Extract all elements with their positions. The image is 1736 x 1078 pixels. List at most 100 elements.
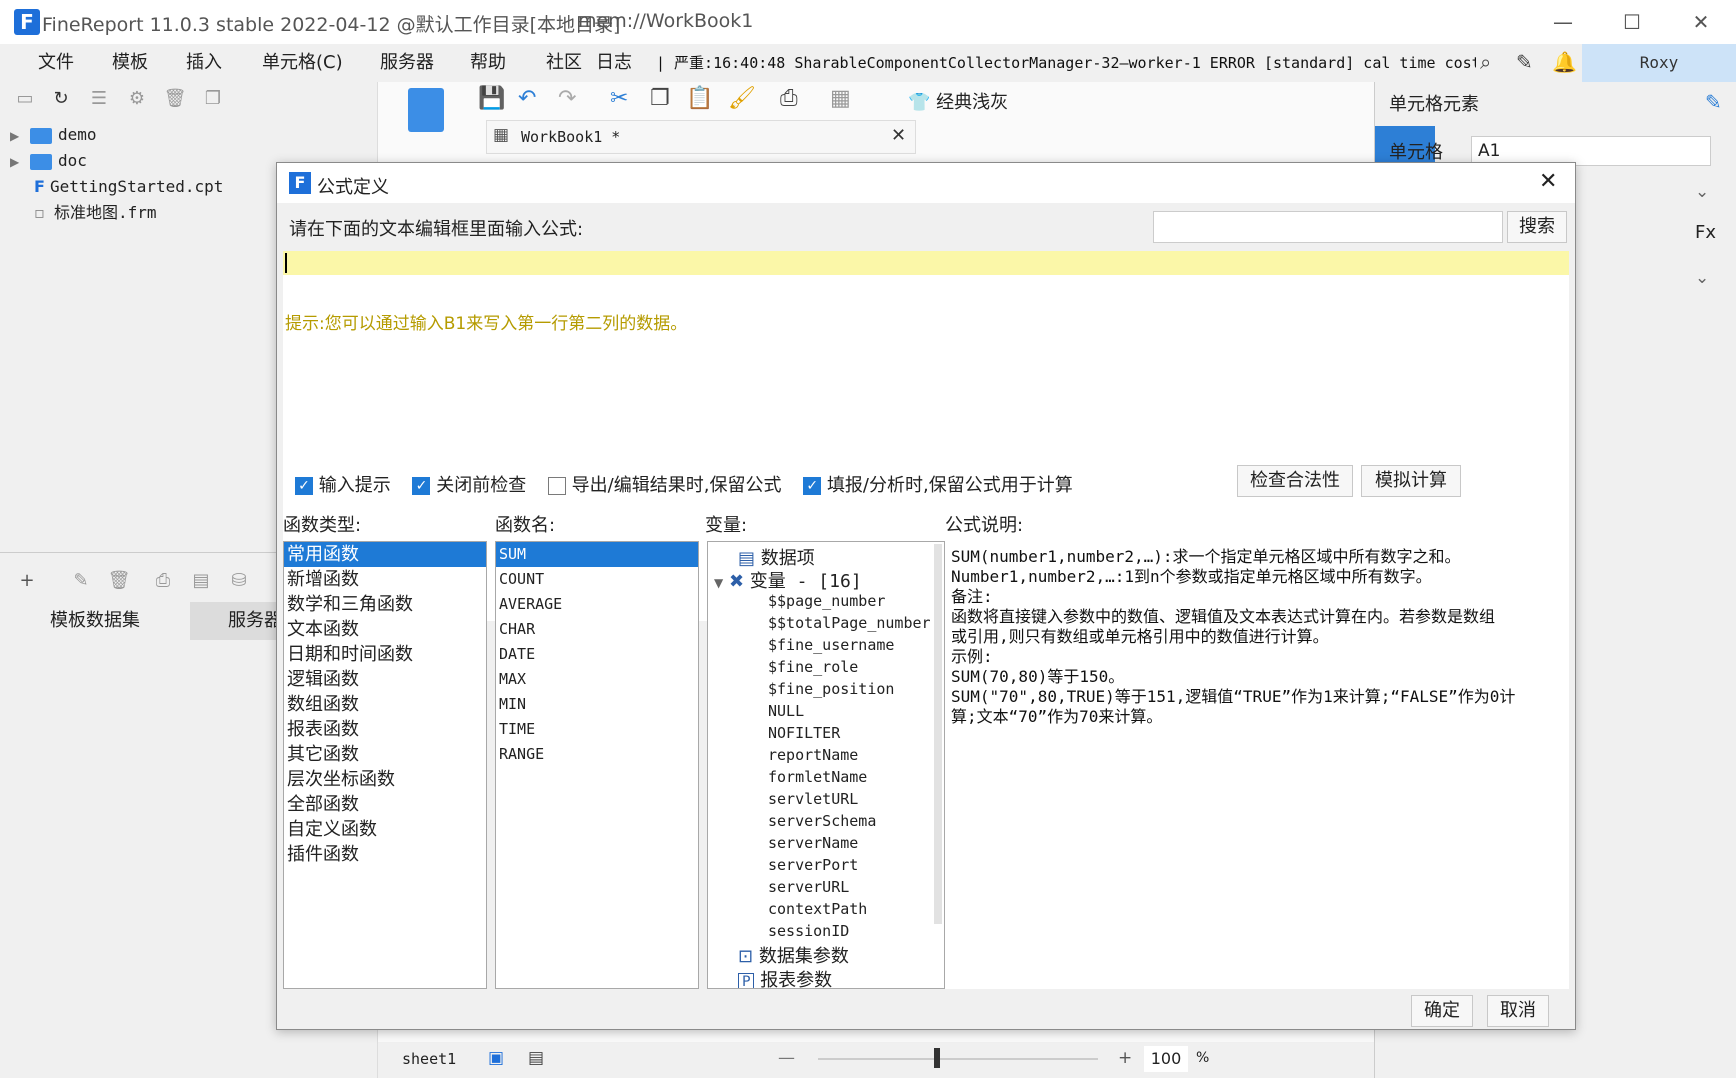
expand-arrow-icon[interactable]: ▶: [0, 123, 30, 149]
list-item[interactable]: 逻辑函数: [284, 667, 486, 692]
list-item[interactable]: 数组函数: [284, 692, 486, 717]
tree-item-doc[interactable]: ▶ doc: [0, 148, 87, 174]
collapse-arrow-icon[interactable]: ▼: [714, 576, 723, 590]
zoom-input[interactable]: 100: [1144, 1046, 1188, 1072]
settings-icon[interactable]: ⚙: [124, 86, 150, 112]
list-item[interactable]: MIN: [496, 692, 698, 717]
list-item[interactable]: $$totalPage_number: [768, 612, 944, 634]
dataset-edit-icon[interactable]: ▤: [188, 568, 214, 594]
menu-cell[interactable]: 单元格(C): [262, 44, 343, 82]
list-item[interactable]: $fine_role: [768, 656, 944, 678]
list-item[interactable]: 其它函数: [284, 742, 486, 767]
save-icon[interactable]: 💾: [478, 86, 505, 111]
list-item[interactable]: 文本函数: [284, 617, 486, 642]
copy-icon[interactable]: ❐: [200, 86, 226, 112]
list-item[interactable]: 报表函数: [284, 717, 486, 742]
list-item[interactable]: 层次坐标函数: [284, 767, 486, 792]
search-input[interactable]: [1153, 211, 1503, 243]
format-painter-icon[interactable]: 🖌: [728, 86, 756, 111]
search-icon[interactable]: ⌕: [1480, 50, 1491, 74]
cut-icon[interactable]: ✂: [610, 86, 628, 111]
minimize-button[interactable]: —: [1538, 6, 1588, 38]
list-item[interactable]: 自定义函数: [284, 817, 486, 842]
list-icon[interactable]: ☰: [86, 86, 112, 112]
list-item[interactable]: 新增函数: [284, 567, 486, 592]
menu-template[interactable]: 模板: [112, 44, 148, 82]
tree-item-dataset-params[interactable]: ⊡ 数据集参数: [738, 942, 849, 968]
cancel-button[interactable]: 取消: [1487, 995, 1549, 1027]
report-icon[interactable]: [408, 88, 444, 132]
list-item[interactable]: serverPort: [768, 854, 944, 876]
list-item[interactable]: serverName: [768, 832, 944, 854]
zoom-in-icon[interactable]: +: [1118, 1048, 1132, 1068]
expand-arrow-icon[interactable]: ▶: [0, 149, 30, 175]
check-validity-button[interactable]: 检查合法性: [1237, 465, 1353, 497]
list-item[interactable]: 日期和时间函数: [284, 642, 486, 667]
menu-community[interactable]: 社区: [546, 44, 582, 82]
list-item[interactable]: NOFILTER: [768, 722, 944, 744]
add-icon[interactable]: +: [14, 568, 40, 594]
checkbox-checked-icon[interactable]: ✓: [412, 477, 431, 495]
option-keep-formula-fill[interactable]: ✓ 填报/分析时,保留公式用于计算: [803, 475, 1073, 496]
tab-template-dataset[interactable]: 模板数据集: [0, 602, 190, 640]
search-button[interactable]: 搜索: [1507, 211, 1567, 243]
option-input-hint[interactable]: ✓ 输入提示: [295, 475, 391, 496]
maximize-button[interactable]: ☐: [1607, 6, 1657, 38]
menu-file[interactable]: 文件: [38, 44, 74, 82]
list-item[interactable]: serverSchema: [768, 810, 944, 832]
list-item[interactable]: NULL: [768, 700, 944, 722]
list-item[interactable]: SUM: [496, 542, 698, 567]
scrollbar[interactable]: [934, 544, 942, 924]
add-form-sheet-icon[interactable]: ▤: [528, 1048, 544, 1068]
checkbox-unchecked-icon[interactable]: [547, 477, 566, 495]
sheet-tab[interactable]: sheet1: [402, 1050, 456, 1068]
bell-icon[interactable]: 🔔: [1552, 50, 1577, 74]
fx-icon[interactable]: Fx: [1695, 222, 1716, 243]
list-item[interactable]: MAX: [496, 667, 698, 692]
zoom-slider-handle[interactable]: [934, 1048, 940, 1068]
zoom-out-icon[interactable]: —: [778, 1048, 795, 1068]
menu-log[interactable]: 日志: [596, 44, 632, 82]
tree-item-report-params[interactable]: P 报表参数: [738, 966, 832, 988]
delete-icon[interactable]: 🗑: [162, 86, 188, 112]
zoom-slider[interactable]: [818, 1058, 1098, 1060]
add-sheet-icon[interactable]: ▣: [488, 1048, 504, 1068]
edit-icon[interactable]: ✎: [1705, 90, 1722, 114]
copy-icon[interactable]: ❐: [650, 86, 670, 111]
checkbox-checked-icon[interactable]: ✓: [803, 477, 822, 495]
menu-help[interactable]: 帮助: [470, 44, 506, 82]
list-item[interactable]: 数学和三角函数: [284, 592, 486, 617]
menu-server[interactable]: 服务器: [380, 44, 434, 82]
refresh-icon[interactable]: ↻: [48, 86, 74, 112]
list-item[interactable]: 全部函数: [284, 792, 486, 817]
list-item[interactable]: 插件函数: [284, 842, 486, 867]
list-item[interactable]: RANGE: [496, 742, 698, 767]
menu-insert[interactable]: 插入: [186, 44, 222, 82]
list-item[interactable]: contextPath: [768, 898, 944, 920]
tab-workbook1[interactable]: ▦ WorkBook1 * ✕: [486, 120, 916, 154]
database-icon[interactable]: ⛁: [226, 568, 252, 594]
tree-item-demo[interactable]: ▶ demo: [0, 122, 97, 148]
tree-item-map[interactable]: ▫ 标准地图.frm: [34, 200, 157, 226]
list-item[interactable]: DATE: [496, 642, 698, 667]
list-item[interactable]: AVERAGE: [496, 592, 698, 617]
close-tab-icon[interactable]: ✕: [891, 125, 906, 146]
ok-button[interactable]: 确定: [1411, 995, 1473, 1027]
list-item[interactable]: $fine_position: [768, 678, 944, 700]
chevron-down-icon[interactable]: ⌄: [1695, 268, 1709, 288]
simulate-button[interactable]: 模拟计算: [1361, 465, 1461, 497]
list-item[interactable]: reportName: [768, 744, 944, 766]
trash-icon[interactable]: 🗑: [106, 568, 132, 594]
tree-item-gettingstarted[interactable]: F GettingStarted.cpt: [34, 174, 223, 200]
notes-icon[interactable]: ✎: [1516, 50, 1533, 74]
redo-icon[interactable]: ↷: [558, 86, 576, 111]
edit-icon[interactable]: ✎: [68, 568, 94, 594]
close-window-button[interactable]: ✕: [1676, 6, 1726, 38]
list-item[interactable]: servletURL: [768, 788, 944, 810]
preview-icon[interactable]: ⎙: [780, 86, 798, 111]
paste-icon[interactable]: 📋: [686, 86, 713, 111]
undo-icon[interactable]: ↶: [518, 86, 536, 111]
image-icon[interactable]: ▦: [830, 86, 851, 111]
new-folder-icon[interactable]: ▭: [12, 86, 38, 112]
preview-icon[interactable]: ⎙: [150, 568, 176, 594]
